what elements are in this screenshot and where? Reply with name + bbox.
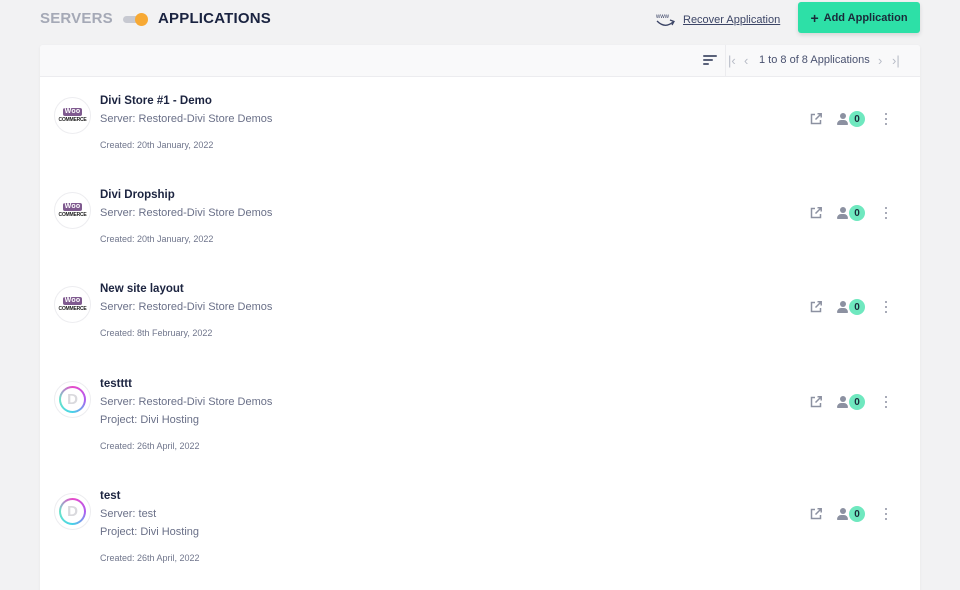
application-name[interactable]: test [100,490,120,502]
application-created: Created: 20th January, 2022 [100,140,214,150]
external-link-icon[interactable] [809,112,823,126]
collaborators-count-badge[interactable]: 0 [849,299,865,315]
application-created: Created: 26th April, 2022 [100,553,200,563]
application-server: Server: Restored-Divi Store Demos [100,207,273,219]
application-server: Server: Restored-Divi Store Demos [100,113,273,125]
more-options-icon[interactable] [883,207,889,221]
user-icon [837,113,848,125]
application-server: Server: Restored-Divi Store Demos [100,396,273,408]
collaborators-count-badge[interactable]: 0 [849,394,865,410]
application-row: Woo COMMERCE New site layout Server: Res… [40,267,920,362]
divi-logo-icon: D [54,381,91,418]
chevron-left-icon[interactable]: ‹ [744,53,748,69]
application-row: Woo COMMERCE Divi Store #1 - Demo Server… [40,77,920,172]
external-link-icon[interactable] [809,395,823,409]
application-project: Project: Divi Hosting [100,526,200,538]
commerce-logo-text: COMMERCE [58,117,87,123]
more-options-icon[interactable] [883,396,889,410]
sort-icon[interactable] [703,55,717,67]
user-icon [837,301,848,313]
collaborators-count-badge[interactable]: 0 [849,506,865,522]
toolbar-divider [725,45,726,77]
woocommerce-logo-icon: Woo COMMERCE [54,97,91,134]
application-row: D testttt Server: Restored-Divi Store De… [40,362,920,474]
user-icon [837,508,848,520]
application-row: Woo COMMERCE Divi Dropship Server: Resto… [40,172,920,267]
tab-applications[interactable]: APPLICATIONS [158,10,271,27]
user-icon [837,396,848,408]
commerce-logo-text: COMMERCE [58,212,87,218]
woocommerce-logo-icon: Woo COMMERCE [54,192,91,229]
commerce-logo-text: COMMERCE [58,306,87,312]
more-options-icon[interactable] [883,113,889,127]
application-name[interactable]: Divi Store #1 - Demo [100,95,212,107]
pagination-text: 1 to 8 of 8 Applications [759,54,870,66]
toggle-knob [135,13,148,26]
user-icon [837,207,848,219]
recover-application-link[interactable]: www Recover Application [655,12,780,28]
svg-text:www: www [655,14,670,20]
more-options-icon[interactable] [883,508,889,522]
chevron-right-icon[interactable]: › [878,53,882,69]
recover-application-label: Recover Application [683,14,781,26]
list-toolbar: |‹ ‹ 1 to 8 of 8 Applications › ›| [40,45,920,77]
application-name[interactable]: New site layout [100,283,184,295]
plus-icon: + [810,9,819,26]
tab-servers[interactable]: SERVERS [40,10,113,27]
application-server: Server: Restored-Divi Store Demos [100,301,273,313]
www-icon: www [655,12,677,28]
application-server: Server: test [100,508,157,520]
applications-panel: |‹ ‹ 1 to 8 of 8 Applications › ›| Woo C… [40,45,920,590]
collaborators-count-badge[interactable]: 0 [849,111,865,127]
external-link-icon[interactable] [809,300,823,314]
divi-logo-letter: D [61,388,84,411]
first-page-icon[interactable]: |‹ [728,53,736,69]
more-options-icon[interactable] [883,301,889,315]
woo-logo-text: Woo [62,203,83,211]
add-application-label: Add Application [823,11,908,24]
application-name[interactable]: testttt [100,378,132,390]
collaborators-count-badge[interactable]: 0 [849,205,865,221]
last-page-icon[interactable]: ›| [892,53,900,69]
application-project: Project: Divi Hosting [100,414,200,426]
view-toggle[interactable] [123,13,148,26]
woocommerce-logo-icon: Woo COMMERCE [54,286,91,323]
woo-logo-text: Woo [62,297,83,305]
woo-logo-text: Woo [62,108,83,116]
top-bar: SERVERS APPLICATIONS www Recover Applica… [0,0,960,40]
divi-logo-icon: D [54,493,91,530]
add-application-button[interactable]: + Add Application [798,2,920,33]
divi-logo-letter: D [61,500,84,523]
application-name[interactable]: Divi Dropship [100,189,175,201]
external-link-icon[interactable] [809,507,823,521]
application-row: D test Server: test Project: Divi Hostin… [40,474,920,586]
application-created: Created: 8th February, 2022 [100,328,213,338]
application-created: Created: 20th January, 2022 [100,234,214,244]
application-created: Created: 26th April, 2022 [100,441,200,451]
external-link-icon[interactable] [809,206,823,220]
